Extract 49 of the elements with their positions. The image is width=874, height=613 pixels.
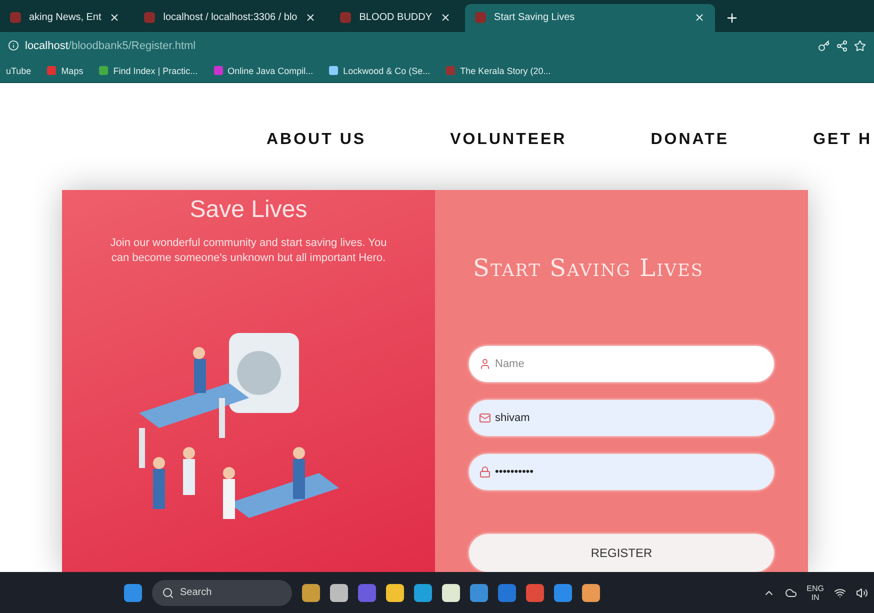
close-icon[interactable] [305,12,316,24]
language-indicator[interactable]: ENG IN [806,584,824,602]
bookmark-link[interactable]: Online Java Compil... [214,66,314,76]
bookmark-link[interactable]: Maps [47,66,84,76]
close-icon[interactable] [109,12,120,24]
new-tab-icon[interactable] [725,10,740,25]
hero-text: Join our wonderful community and start saving lives. You can become someone's unknown but all important Hero. [109,236,388,266]
close-icon[interactable] [440,12,452,24]
site-icon [475,12,486,24]
star-icon[interactable] [854,40,866,52]
share-icon[interactable] [836,40,848,52]
form-title: Start Saving Lives [473,254,705,282]
taskbar-search-field[interactable]: Search [152,580,292,606]
register-button[interactable]: REGISTER [469,534,774,572]
taskbar-app-icon[interactable] [442,584,460,602]
wifi-icon[interactable] [834,586,846,598]
nav-link[interactable]: DONATE [650,131,730,150]
bookmark-link[interactable]: Lockwood & Co (Se... [329,66,430,76]
taskbar-app-icon[interactable] [414,584,432,602]
cloud-icon[interactable] [784,586,797,598]
site-icon [340,12,352,24]
bookmark-link[interactable]: uTube [6,66,32,76]
search-icon [162,586,174,598]
password-field[interactable]: •••••••••• [469,454,774,490]
taskbar-app-icon[interactable] [302,584,320,602]
site-icon [144,12,156,24]
nav-link[interactable]: VOLUNTEER [450,131,567,150]
info-icon[interactable] [8,40,19,52]
hero-title: Save Lives [190,196,308,224]
bookmark-link[interactable]: Find Index | Practic... [99,66,198,76]
lock-icon [479,466,491,478]
taskbar-app-icon[interactable] [330,584,348,602]
bookmark-link[interactable]: The Kerala Story (20... [446,66,551,76]
nav-link[interactable]: ABOUT US [266,131,366,150]
email-field[interactable]: shivam [469,400,774,436]
taskbar-app-icon[interactable] [386,584,404,602]
name-field[interactable]: Name [469,346,774,382]
taskbar-app-icon[interactable] [582,584,600,602]
user-icon [479,358,491,370]
site-icon [10,12,21,24]
key-icon[interactable] [818,40,830,52]
browser-tab[interactable]: BLOOD BUDDY [330,4,462,32]
close-icon[interactable] [694,12,706,24]
browser-tab[interactable]: Start Saving Lives [465,4,716,32]
speaker-icon[interactable] [856,586,868,598]
envelope-icon [479,412,491,424]
browser-tab[interactable]: aking News, Ent [0,4,130,32]
nav-link[interactable]: GET H [813,131,872,150]
browser-tab[interactable]: localhost / localhost:3306 / blo [134,4,326,32]
